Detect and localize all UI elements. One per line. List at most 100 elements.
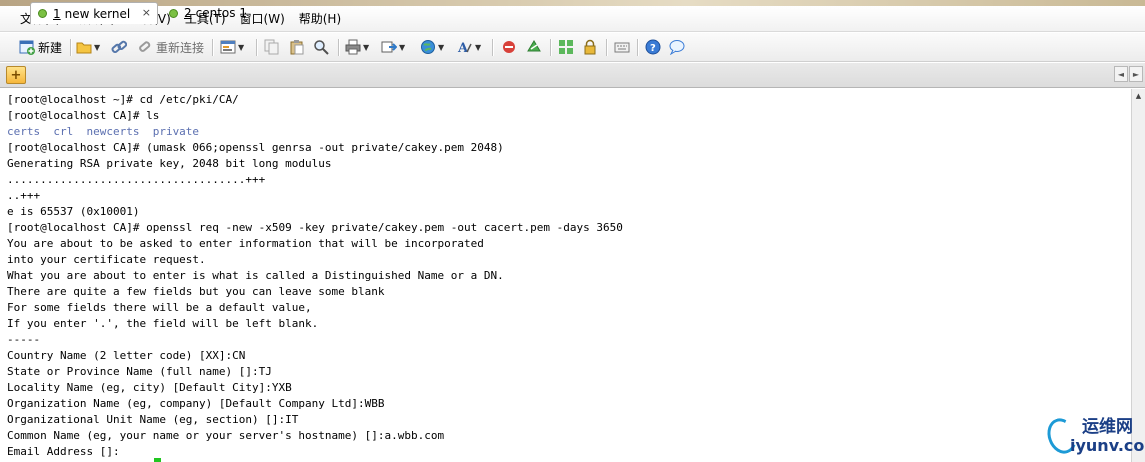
magnifier-icon <box>313 39 329 55</box>
xshell-tools-button[interactable] <box>526 37 542 57</box>
chevron-down-icon: ▼ <box>238 42 245 52</box>
add-tab-button[interactable]: + <box>6 66 26 84</box>
toolbar-separator <box>606 39 608 56</box>
terminal-cursor <box>154 458 161 462</box>
tab-label: centos 1 <box>195 6 247 20</box>
layout-button[interactable] <box>558 37 574 57</box>
toolbar-separator <box>637 39 639 56</box>
chevron-down-icon: ▼ <box>363 42 370 52</box>
terminal-line: Common Name (eg, your name or your serve… <box>7 429 445 442</box>
terminal-line: What you are about to enter is what is c… <box>7 269 504 282</box>
new-session-button[interactable]: 新建 <box>19 37 62 57</box>
xftp-button[interactable] <box>501 37 517 57</box>
connected-status-icon <box>169 8 178 18</box>
terminal-scrollbar[interactable]: ▲ <box>1131 89 1145 462</box>
connected-status-icon <box>38 9 47 18</box>
connect-button[interactable] <box>111 37 128 57</box>
tab-label: new kernel <box>64 6 131 21</box>
printer-icon <box>345 39 361 55</box>
open-button[interactable]: ▼ <box>76 37 100 57</box>
toolbar-separator <box>212 39 214 56</box>
terminal-line: Organizational Unit Name (eg, section) [… <box>7 413 299 426</box>
copy-button[interactable] <box>264 37 280 57</box>
terminal-line: [root@localhost ~]# cd /etc/pki/CA/ <box>7 93 239 106</box>
tab-scroll-right-button[interactable]: ► <box>1129 66 1143 82</box>
paste-button[interactable] <box>289 37 305 57</box>
terminal-line: Email Address []: <box>7 445 120 458</box>
tab-scroll-left-button[interactable]: ◄ <box>1114 66 1128 82</box>
speech-bubble-icon <box>669 39 685 56</box>
toolbar-separator <box>492 39 494 56</box>
plus-icon: + <box>10 67 22 83</box>
terminal-line: [root@localhost CA]# (umask 066;openssl … <box>7 141 504 154</box>
toolbar-separator <box>550 39 552 56</box>
terminal-line-directories: certs crl newcerts private <box>7 125 200 138</box>
watermark-url: iyunv.com <box>1070 436 1145 455</box>
transfer-button[interactable]: ▼ <box>381 37 405 57</box>
xftp-icon <box>501 39 517 55</box>
terminal-line: If you enter '.', the field will be left… <box>7 317 319 330</box>
new-session-label: 新建 <box>38 40 63 55</box>
terminal-line: into your certificate request. <box>7 253 206 266</box>
tab-number: 2 <box>184 6 192 20</box>
link-icon <box>111 39 128 55</box>
terminal-line: Organization Name (eg, company) [Default… <box>7 397 385 410</box>
tab-bar <box>0 63 1145 88</box>
properties-icon <box>220 39 236 55</box>
tab-new-kernel[interactable]: 1 new kernel × <box>30 2 158 24</box>
globe-icon <box>420 39 436 55</box>
terminal-line: Generating RSA private key, 2048 bit lon… <box>7 157 332 170</box>
keyboard-button[interactable] <box>614 37 630 57</box>
chevron-down-icon: ▼ <box>475 42 482 52</box>
chevron-down-icon: ▼ <box>438 42 445 52</box>
terminal-line: ....................................+++ <box>7 173 266 186</box>
terminal-line: You are about to be asked to enter infor… <box>7 237 484 250</box>
terminal-output[interactable]: [root@localhost ~]# cd /etc/pki/CA/ [roo… <box>0 89 1131 462</box>
reconnect-button[interactable]: 重新连接 <box>137 37 204 57</box>
chevron-left-icon: ◄ <box>1117 69 1125 79</box>
svg-text:?: ? <box>650 43 656 54</box>
help-button[interactable]: ? <box>645 37 661 57</box>
terminal-line: [root@localhost CA]# openssl req -new -x… <box>7 221 623 234</box>
toolbar-separator <box>256 39 258 56</box>
terminal-line: Locality Name (eg, city) [Default City]:… <box>7 381 292 394</box>
globe-button[interactable]: ▼ <box>420 37 444 57</box>
chevron-right-icon: ► <box>1132 69 1140 79</box>
xshell-tools-icon <box>526 39 542 55</box>
watermark-chinese-text: 运维网 <box>1082 417 1133 437</box>
toolbar: 新建 ▼ 重新连接 ▼ ▼ ▼ ▼ A ▼ ? <box>0 33 1145 62</box>
transfer-icon <box>381 39 398 55</box>
watermark-logo: 运维网 iyunv.com <box>1040 408 1145 462</box>
lock-icon <box>582 39 598 55</box>
tab-number: 1 <box>53 6 61 21</box>
chevron-down-icon: ▼ <box>94 42 101 52</box>
menu-help[interactable]: 帮助(H) <box>295 8 345 29</box>
print-button[interactable]: ▼ <box>345 37 369 57</box>
tab-centos-1[interactable]: 2 centos 1 <box>162 2 252 24</box>
close-icon[interactable]: × <box>142 6 151 19</box>
lock-button[interactable] <box>582 37 598 57</box>
reconnect-icon <box>137 39 153 55</box>
svg-text:A: A <box>457 41 469 55</box>
terminal-line: State or Province Name (full name) []:TJ <box>7 365 272 378</box>
terminal-line: [root@localhost CA]# ls <box>7 109 160 122</box>
chevron-down-icon: ▼ <box>399 42 406 52</box>
properties-button[interactable]: ▼ <box>220 37 244 57</box>
terminal-line: ----- <box>7 333 41 346</box>
find-button[interactable] <box>313 37 329 57</box>
help-icon: ? <box>645 39 661 55</box>
terminal-line: ..+++ <box>7 189 41 202</box>
terminal-line: There are quite a few fields but you can… <box>7 285 385 298</box>
terminal-line: For some fields there will be a default … <box>7 301 312 314</box>
terminal-line: Country Name (2 letter code) [XX]:CN <box>7 349 246 362</box>
font-icon: A <box>457 39 473 56</box>
toolbar-separator <box>338 39 340 56</box>
terminal-line: e is 65537 (0x10001) <box>7 205 140 218</box>
font-button[interactable]: A ▼ <box>457 37 481 57</box>
chat-button[interactable] <box>669 37 685 57</box>
new-session-icon <box>19 39 35 55</box>
scroll-up-icon[interactable]: ▲ <box>1133 90 1144 102</box>
folder-icon <box>76 39 92 55</box>
keyboard-icon <box>614 39 630 55</box>
grid-icon <box>558 39 574 55</box>
